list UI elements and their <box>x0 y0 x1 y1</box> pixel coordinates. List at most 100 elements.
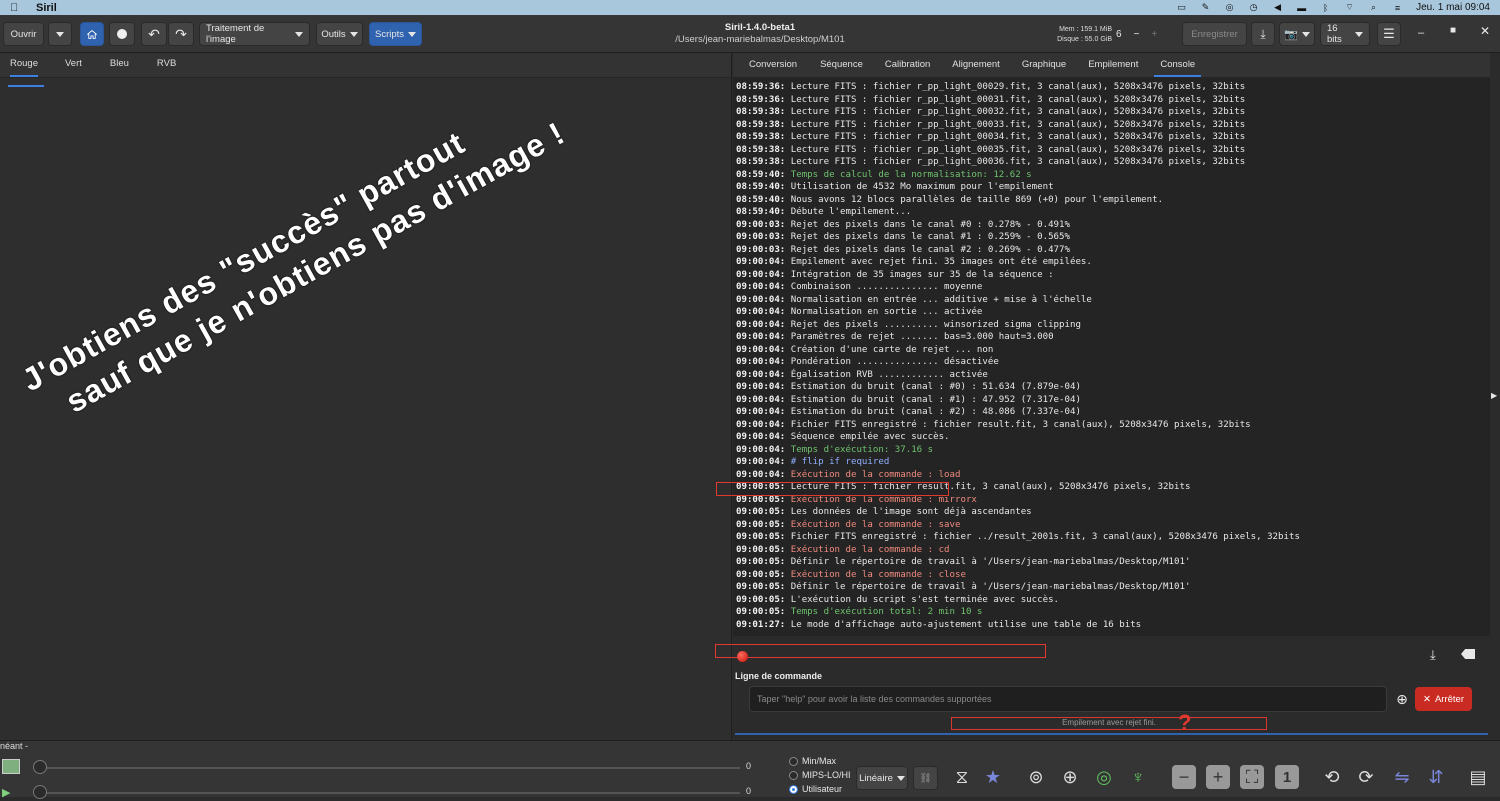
stretch-mode-select[interactable]: Linéaire <box>856 766 908 790</box>
console-log[interactable]: 08:59:36: Lecture FITS : fichier r_pp_li… <box>733 78 1490 636</box>
save-as-button[interactable]: ⤓ <box>1251 22 1275 46</box>
console-timestamp: 08:59:40: <box>736 182 786 192</box>
layers-icon[interactable]: ▤ <box>1466 765 1490 789</box>
tab-blue[interactable]: Bleu <box>110 52 129 77</box>
livestack-button[interactable] <box>109 22 135 46</box>
globe-icon[interactable]: ⊕ <box>1058 765 1082 789</box>
zoom-in-icon[interactable]: + <box>1206 765 1230 789</box>
radio-user[interactable]: Utilisateur <box>789 784 842 794</box>
zoom-one-button[interactable]: 1 <box>1275 765 1299 789</box>
bit-depth-menu[interactable]: 16 bits <box>1320 22 1370 46</box>
redo-button[interactable]: ↷ <box>168 22 194 46</box>
photometry-icon[interactable]: ⊚ <box>1024 765 1048 789</box>
threads-spinner[interactable]: 6 − + <box>1116 22 1176 46</box>
console-timestamp: 09:00:04: <box>736 369 786 380</box>
minus-icon[interactable]: − <box>1134 29 1140 40</box>
pca-icon[interactable]: ♆ <box>1126 765 1150 789</box>
zoom-fit-icon[interactable]: ⛶ <box>1240 765 1264 789</box>
tab-red[interactable]: Rouge <box>10 52 38 77</box>
wifi-icon[interactable]: ⌔ <box>1344 2 1355 13</box>
low-slider-track[interactable] <box>40 792 740 794</box>
mirror-x-icon[interactable]: ⇋ <box>1390 765 1414 789</box>
tools-menu[interactable]: Outils <box>316 22 363 46</box>
save-button[interactable]: Enregistrer <box>1182 22 1247 46</box>
mirror-y-icon[interactable]: ⇵ <box>1424 765 1448 789</box>
console-line: 09:00:05: Les données de l'image sont dé… <box>736 506 1490 519</box>
timemachine-icon[interactable]: ◷ <box>1248 2 1259 13</box>
link-button[interactable]: ⛓ <box>913 766 938 790</box>
tab-graph[interactable]: Graphique <box>1022 52 1066 77</box>
console-timestamp: 09:00:04: <box>736 332 786 342</box>
maximize-button[interactable]: ■ <box>1450 25 1456 36</box>
console-message: Définir le répertoire de travail à '/Use… <box>785 557 1191 567</box>
console-line: 08:59:38: Lecture FITS : fichier r_pp_li… <box>736 156 1490 169</box>
menubar-datetime[interactable]: Jeu. 1 mai 09:04 <box>1416 2 1490 13</box>
high-slider-track[interactable] <box>40 767 740 769</box>
battery-icon[interactable]: ▬ <box>1296 3 1307 13</box>
tab-alignment[interactable]: Alignement <box>952 52 1000 77</box>
play-icon[interactable]: ▶ <box>2 783 20 799</box>
tab-calibration[interactable]: Calibration <box>885 52 930 77</box>
image-thumbnail-icon[interactable] <box>2 759 20 774</box>
console-timestamp: 08:59:36: <box>736 94 786 105</box>
close-button[interactable]: ✕ <box>1480 24 1490 38</box>
minimize-button[interactable]: – <box>1418 27 1424 39</box>
record-indicator-icon <box>737 651 748 662</box>
clear-log-icon[interactable] <box>1461 649 1475 659</box>
target-icon[interactable]: ◎ <box>1092 765 1116 789</box>
hamburger-menu[interactable]: ☰ <box>1377 22 1401 46</box>
home-button[interactable] <box>80 22 104 46</box>
console-message: L'exécution du script s'est terminée ave… <box>785 594 1060 605</box>
console-line: 09:01:27: Le mode d'affichage auto-ajust… <box>736 619 1490 632</box>
radio-minmax[interactable]: Min/Max <box>789 756 836 766</box>
active-tab-indicator <box>8 85 44 87</box>
tab-green[interactable]: Vert <box>65 52 82 77</box>
save-log-icon[interactable]: ⤓ <box>1430 647 1436 663</box>
autostretch-icon[interactable]: ⧖ <box>950 765 974 789</box>
rotate-right-icon[interactable]: ⟳ <box>1354 765 1378 789</box>
radio-dot-selected <box>789 784 798 794</box>
tab-console[interactable]: Console <box>1154 52 1202 77</box>
star-icon[interactable]: ★ <box>981 765 1005 789</box>
notes-icon[interactable]: ✎ <box>1200 2 1211 13</box>
open-button[interactable]: Ouvrir <box>3 22 44 46</box>
control-center-icon[interactable]: ≡ <box>1392 3 1403 13</box>
tab-stacking[interactable]: Empilement <box>1088 52 1138 77</box>
expand-panel-icon[interactable]: ▶ <box>1491 391 1497 400</box>
console-timestamp: 09:00:05: <box>736 532 786 542</box>
plus-icon[interactable]: + <box>1151 29 1157 40</box>
console-timestamp: 08:59:38: <box>736 144 786 155</box>
zoom-out-icon[interactable]: − <box>1172 765 1196 789</box>
apple-icon[interactable]:  <box>10 2 24 14</box>
chevron-down-icon <box>408 31 417 37</box>
high-slider-value[interactable]: 0 <box>746 761 751 771</box>
menubar-app-name[interactable]: Siril <box>36 2 57 14</box>
volume-icon[interactable]: ◀ <box>1272 2 1283 13</box>
help-button[interactable]: ⊕ <box>1391 687 1413 711</box>
high-slider-knob[interactable] <box>33 760 47 774</box>
low-slider-value[interactable]: 0 <box>746 786 751 796</box>
display-icon[interactable]: ▭ <box>1176 2 1187 13</box>
undo-button[interactable]: ↶ <box>141 22 167 46</box>
image-processing-menu[interactable]: Traitement de l'image <box>199 22 310 46</box>
search-icon[interactable]: ⌕ <box>1368 2 1379 13</box>
console-message: Rejet des pixels .......... winsorized s… <box>785 319 1081 330</box>
console-timestamp: 09:00:04: <box>736 469 786 480</box>
console-message: Nous avons 12 blocs parallèles de taille… <box>785 194 1164 205</box>
snapshot-button[interactable]: 📷 <box>1279 22 1315 46</box>
scripts-menu[interactable]: Scripts <box>369 22 422 46</box>
console-message: Rejet des pixels dans le canal #0 : 0.27… <box>785 219 1070 230</box>
bluetooth-icon[interactable]: ᛒ <box>1320 3 1331 13</box>
tab-sequence[interactable]: Séquence <box>820 52 863 77</box>
download-icon: ⤓ <box>1260 26 1266 41</box>
console-line: 09:00:03: Rejet des pixels dans le canal… <box>736 244 1490 257</box>
rotate-left-icon[interactable]: ⟲ <box>1320 765 1344 789</box>
console-message: # flip if required <box>785 457 890 467</box>
tab-rgb[interactable]: RVB <box>157 52 176 77</box>
tab-conversion[interactable]: Conversion <box>749 52 797 77</box>
airdrop-icon[interactable]: ◎ <box>1224 2 1235 13</box>
stop-button[interactable]: ✕ Arrêter <box>1415 687 1472 711</box>
command-input[interactable] <box>749 686 1387 712</box>
open-recent-dropdown[interactable] <box>48 22 72 46</box>
radio-mips[interactable]: MIPS-LO/HI <box>789 770 851 780</box>
